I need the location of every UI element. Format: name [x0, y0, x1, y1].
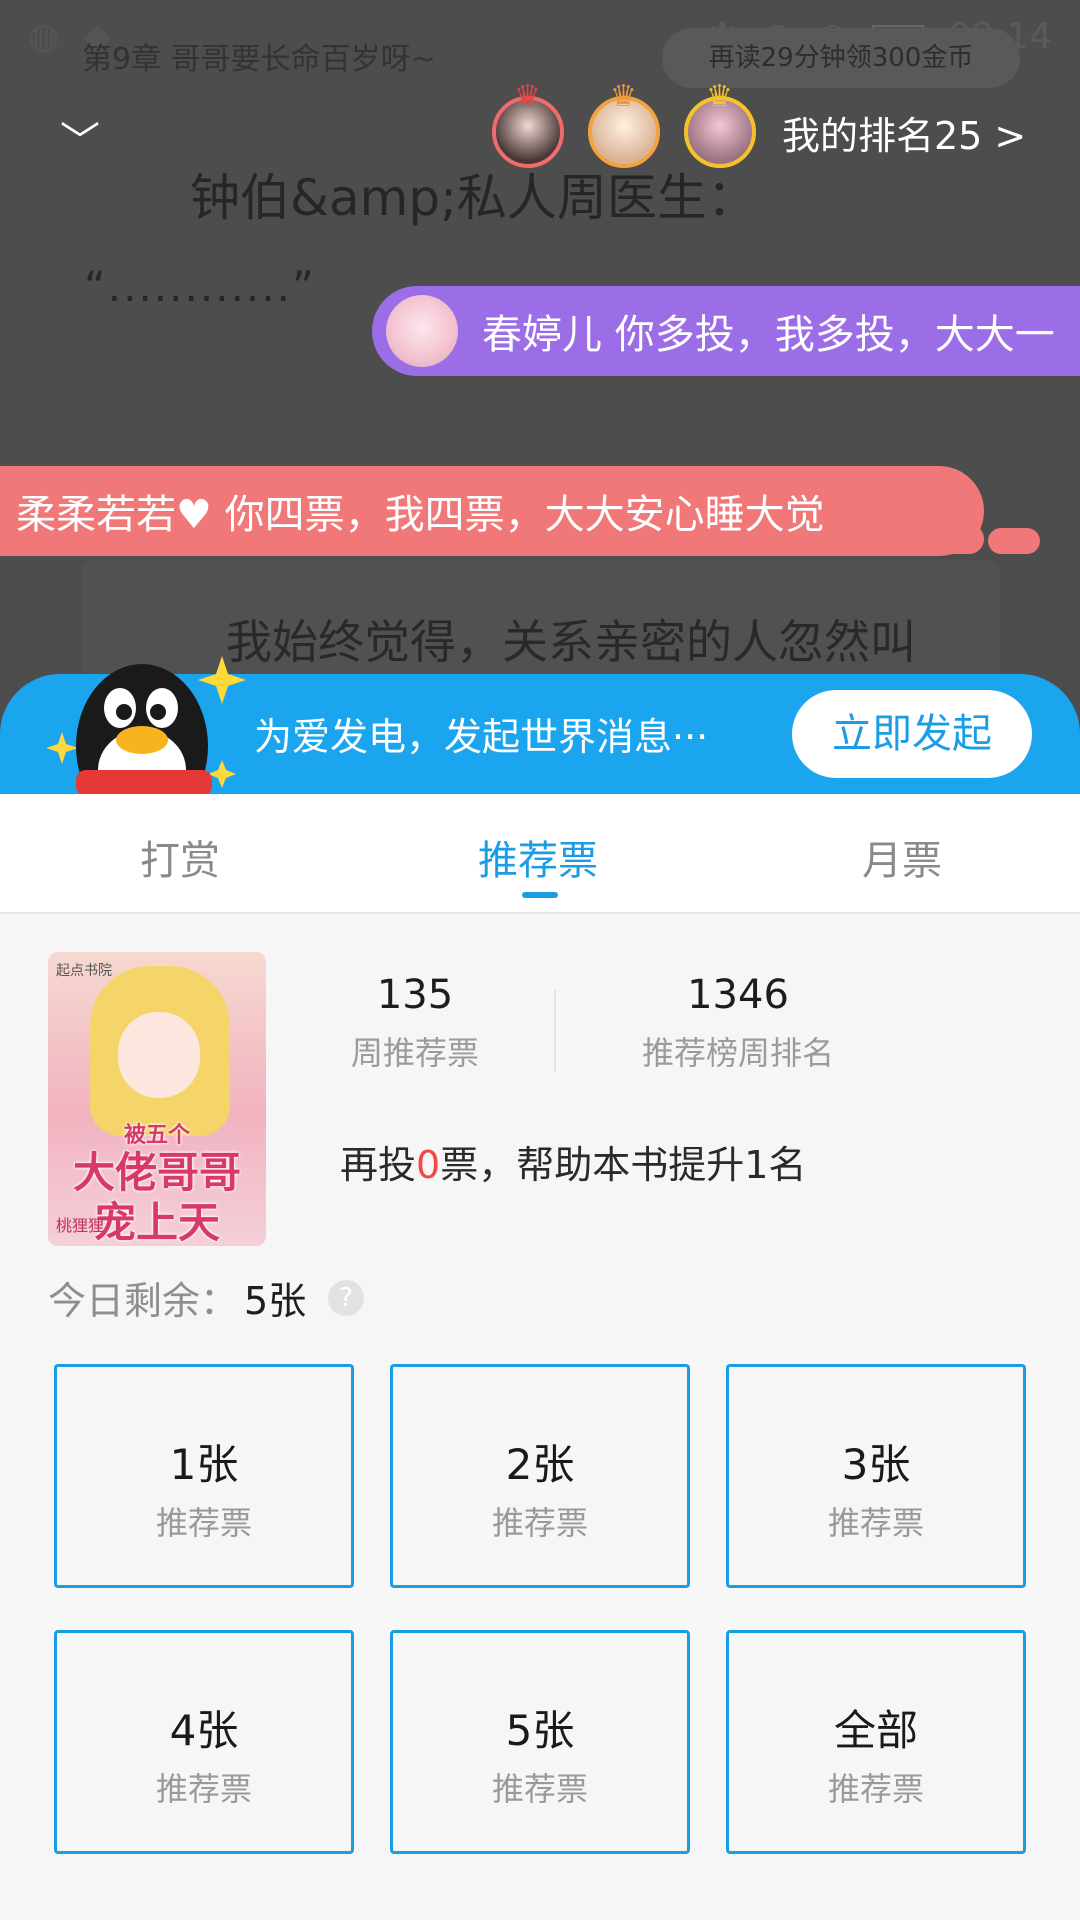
tab-monthly-ticket[interactable]: 月票	[862, 828, 942, 886]
ticket-quantity: 3张	[841, 1440, 911, 1489]
weekly-rank-stat: 1346 推荐榜周排名	[628, 972, 848, 1074]
ticket-option-3[interactable]: 3张 推荐票	[726, 1364, 1026, 1588]
ticket-label: 推荐票	[827, 1504, 924, 1542]
chapter-title: 第9章 哥哥要长命百岁呀~	[82, 42, 436, 77]
ticket-option-5[interactable]: 5张 推荐票	[390, 1630, 690, 1854]
cover-art	[118, 1012, 200, 1098]
boost-prefix: 再投	[340, 1143, 417, 1187]
weekly-votes-stat: 135 周推荐票	[340, 972, 490, 1074]
cover-author: 桃狸狸	[56, 1216, 105, 1235]
promo-text: 为爱发电，发起世界消息···	[254, 715, 709, 759]
cover-publisher: 起点书院	[56, 963, 112, 979]
ticket-option-all[interactable]: 全部 推荐票	[726, 1630, 1026, 1854]
boost-hint: 再投0票，帮助本书提升1名	[340, 1134, 806, 1189]
crown-icon: ♛	[514, 79, 541, 114]
weekly-votes-label: 周推荐票	[350, 1034, 479, 1072]
globe-icon: ◍	[28, 15, 60, 57]
ticket-label: 推荐票	[491, 1504, 588, 1542]
reader-speaker-line: 钟伯&amp;私人周医生：	[190, 169, 757, 227]
danmaku-decoration	[928, 524, 984, 554]
crown-icon: ♛	[610, 79, 637, 114]
remaining-label: 今日剩余：	[48, 1279, 239, 1323]
cover-title-small: 被五个	[123, 1122, 190, 1148]
avatar[interactable]: ♛	[684, 82, 756, 168]
crown-icon: ♛	[706, 79, 733, 114]
ticket-option-2[interactable]: 2张 推荐票	[390, 1364, 690, 1588]
ranking-bar[interactable]: ♛ ♛ ♛ 我的排名25 >	[492, 82, 1026, 168]
danmaku-decoration	[988, 528, 1040, 554]
avatar[interactable]: ♛	[492, 82, 564, 168]
book-cover[interactable]: 起点书院 被五个 大佬哥哥 宠上天 桃狸狸	[48, 952, 266, 1246]
cover-title-line1: 大佬哥哥	[72, 1148, 241, 1197]
help-icon[interactable]: ?	[328, 1279, 365, 1316]
my-rank-link[interactable]: 我的排名25 >	[782, 105, 1026, 160]
cover-title-line2: 宠上天	[93, 1198, 220, 1246]
ticket-quantity: 全部	[833, 1706, 918, 1755]
remaining-tickets: 今日剩余： 5张 ?	[48, 1270, 365, 1325]
ticket-label: 推荐票	[827, 1770, 924, 1808]
divider	[554, 990, 556, 1072]
boost-suffix: 票，帮助本书提升1名	[440, 1143, 807, 1187]
penguin-mascot-icon	[46, 656, 246, 796]
tab-bar: 打赏 推荐票 月票	[0, 794, 1080, 914]
ticket-quantity: 2张	[505, 1440, 575, 1489]
weekly-rank-value: 1346	[687, 972, 789, 1018]
avatar	[386, 295, 458, 367]
ticket-option-1[interactable]: 1张 推荐票	[54, 1364, 354, 1588]
reader-body-line: 我始终觉得，关系亲密的人忽然叫	[226, 615, 916, 669]
ticket-quantity: 4张	[169, 1706, 239, 1755]
danmaku-message: 春婷儿 你多投，我多投，大大一	[372, 286, 1080, 376]
danmaku-text: 柔柔若若♥ 你四票，我四票，大大安心睡大觉	[16, 492, 825, 538]
remaining-count: 5张	[244, 1279, 307, 1323]
avatar[interactable]: ♛	[588, 82, 660, 168]
ticket-label: 推荐票	[491, 1770, 588, 1808]
chevron-down-icon[interactable]: ﹀	[56, 118, 104, 166]
ticket-label: 推荐票	[155, 1770, 252, 1808]
vote-sheet: 打赏 推荐票 月票 起点书院 被五个 大佬哥哥 宠上天 桃狸狸 135 周推荐票…	[0, 794, 1080, 1920]
tab-indicator	[522, 892, 558, 898]
tab-reward[interactable]: 打赏	[140, 828, 220, 886]
danmaku-text: 春婷儿 你多投，我多投，大大一	[482, 312, 1055, 358]
ticket-quantity: 1张	[169, 1440, 239, 1489]
ticket-label: 推荐票	[155, 1504, 252, 1542]
tab-recommend-ticket[interactable]: 推荐票	[478, 828, 598, 886]
ticket-quantity: 5张	[505, 1706, 575, 1755]
reader-quote-line: “............”	[84, 262, 316, 311]
ticket-option-4[interactable]: 4张 推荐票	[54, 1630, 354, 1854]
weekly-votes-value: 135	[376, 972, 454, 1018]
weekly-rank-label: 推荐榜周排名	[641, 1034, 834, 1072]
start-broadcast-button[interactable]: 立即发起	[792, 690, 1032, 778]
boost-count: 0	[416, 1143, 441, 1187]
danmaku-message: 柔柔若若♥ 你四票，我四票，大大安心睡大觉	[0, 466, 1040, 556]
